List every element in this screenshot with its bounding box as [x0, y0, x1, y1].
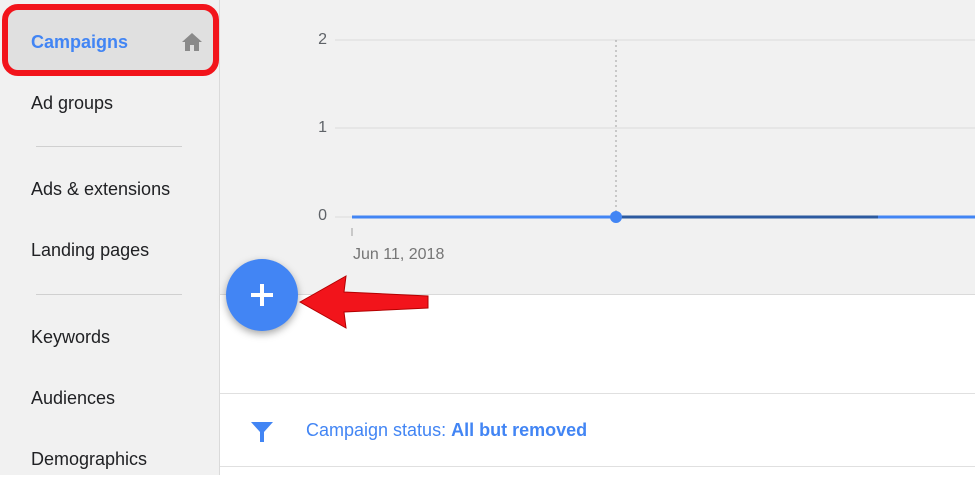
filter-value: All but removed	[451, 420, 588, 440]
performance-chart: 2 1 0 Jun 11, 2018	[220, 0, 975, 295]
filter-bar: Campaign status: All but removed	[220, 393, 975, 467]
sidebar-divider	[36, 294, 182, 295]
sidebar-item-label: Ad groups	[31, 92, 114, 113]
sidebar-nav: Campaigns Ad groups Ads & extensions Lan…	[0, 0, 220, 475]
sidebar-item-label: Ads & extensions	[31, 178, 171, 199]
annotation-arrow	[298, 275, 429, 329]
sidebar-item-label: Keywords	[31, 326, 111, 347]
add-campaign-button[interactable]	[226, 259, 298, 331]
filter-label: Campaign status:	[306, 420, 452, 440]
filter-icon[interactable]	[250, 420, 274, 444]
sidebar-item-label: Demographics	[31, 448, 148, 469]
sidebar-item-demographics[interactable]: Demographics	[0, 438, 219, 480]
sidebar-item-keywords[interactable]: Keywords	[0, 316, 219, 358]
sidebar-item-label: Landing pages	[31, 239, 150, 260]
sidebar-item-landing-pages[interactable]: Landing pages	[0, 229, 219, 271]
sidebar-divider	[36, 146, 182, 147]
plus-icon	[251, 284, 273, 306]
data-point[interactable]	[610, 211, 622, 223]
sidebar-item-ad-groups[interactable]: Ad groups	[0, 82, 219, 124]
sidebar-item-audiences[interactable]: Audiences	[0, 377, 219, 419]
campaign-status-filter[interactable]: Campaign status: All but removed	[306, 420, 587, 441]
chart-plot	[335, 39, 975, 236]
sidebar-item-ads-extensions[interactable]: Ads & extensions	[0, 168, 219, 210]
annotation-highlight-box	[2, 4, 219, 76]
sidebar-item-label: Audiences	[31, 387, 116, 408]
